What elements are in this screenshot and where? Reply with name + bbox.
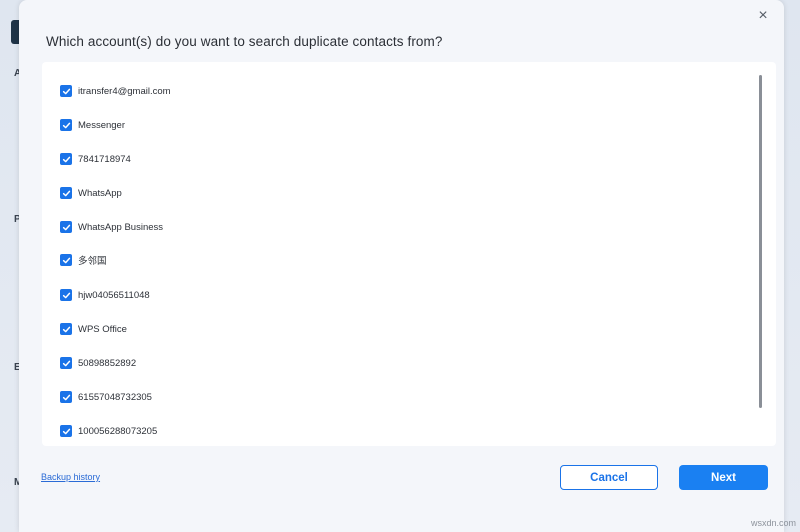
checkmark-icon	[62, 224, 70, 230]
checkmark-icon	[62, 360, 70, 366]
checkmark-icon	[62, 428, 70, 434]
checkmark-icon	[62, 257, 70, 263]
account-list: itransfer4@gmail.com Messenger 784171897…	[42, 62, 762, 446]
account-item-whatsapp[interactable]: WhatsApp	[60, 183, 122, 203]
checkbox[interactable]	[60, 221, 72, 233]
account-item-duolingo[interactable]: 多邻国	[60, 250, 107, 270]
checkbox[interactable]	[60, 391, 72, 403]
account-item-phone[interactable]: 7841718974	[60, 149, 131, 169]
checkmark-icon	[62, 190, 70, 196]
account-item-gmail[interactable]: itransfer4@gmail.com	[60, 81, 171, 101]
account-label: 7841718974	[78, 153, 131, 165]
account-label: 100056288073205	[78, 425, 158, 437]
checkbox[interactable]	[60, 85, 72, 97]
close-icon[interactable]: ×	[754, 7, 772, 25]
checkbox[interactable]	[60, 153, 72, 165]
checkmark-icon	[62, 394, 70, 400]
list-scrollbar[interactable]	[759, 75, 762, 408]
account-label: WhatsApp Business	[78, 221, 164, 233]
account-label: WPS Office	[78, 323, 127, 335]
checkbox[interactable]	[60, 289, 72, 301]
account-item-hjw[interactable]: hjw04056511048	[60, 285, 150, 305]
duplicate-contacts-dialog: × Which account(s) do you want to search…	[19, 0, 784, 532]
account-list-panel: itransfer4@gmail.com Messenger 784171897…	[42, 62, 776, 446]
cancel-button[interactable]: Cancel	[560, 465, 658, 490]
account-label: WhatsApp	[78, 187, 122, 199]
account-item-number-1[interactable]: 50898852892	[60, 353, 136, 373]
checkmark-icon	[62, 122, 70, 128]
checkmark-icon	[62, 326, 70, 332]
account-item-number-2[interactable]: 61557048732305	[60, 387, 152, 407]
next-button[interactable]: Next	[679, 465, 768, 490]
checkmark-icon	[62, 88, 70, 94]
account-item-messenger[interactable]: Messenger	[60, 115, 125, 135]
account-label: 多邻国	[78, 256, 107, 267]
dialog-title: Which account(s) do you want to search d…	[46, 34, 443, 49]
checkbox[interactable]	[60, 254, 72, 266]
account-item-number-3[interactable]: 100056288073205	[60, 421, 157, 441]
account-label: Messenger	[78, 119, 125, 131]
account-item-wps-office[interactable]: WPS Office	[60, 319, 127, 339]
checkbox[interactable]	[60, 119, 72, 131]
account-label: 50898852892	[78, 357, 137, 369]
checkmark-icon	[62, 156, 70, 162]
watermark: wsxdn.com	[750, 518, 796, 528]
checkbox[interactable]	[60, 425, 72, 437]
checkbox[interactable]	[60, 357, 72, 369]
checkbox[interactable]	[60, 187, 72, 199]
checkmark-icon	[62, 292, 70, 298]
checkbox[interactable]	[60, 323, 72, 335]
account-item-whatsapp-business[interactable]: WhatsApp Business	[60, 217, 163, 237]
backup-history-link[interactable]: Backup history	[41, 472, 100, 482]
account-label: hjw04056511048	[78, 289, 150, 301]
account-label: itransfer4@gmail.com	[78, 85, 171, 97]
account-label: 61557048732305	[78, 391, 152, 403]
